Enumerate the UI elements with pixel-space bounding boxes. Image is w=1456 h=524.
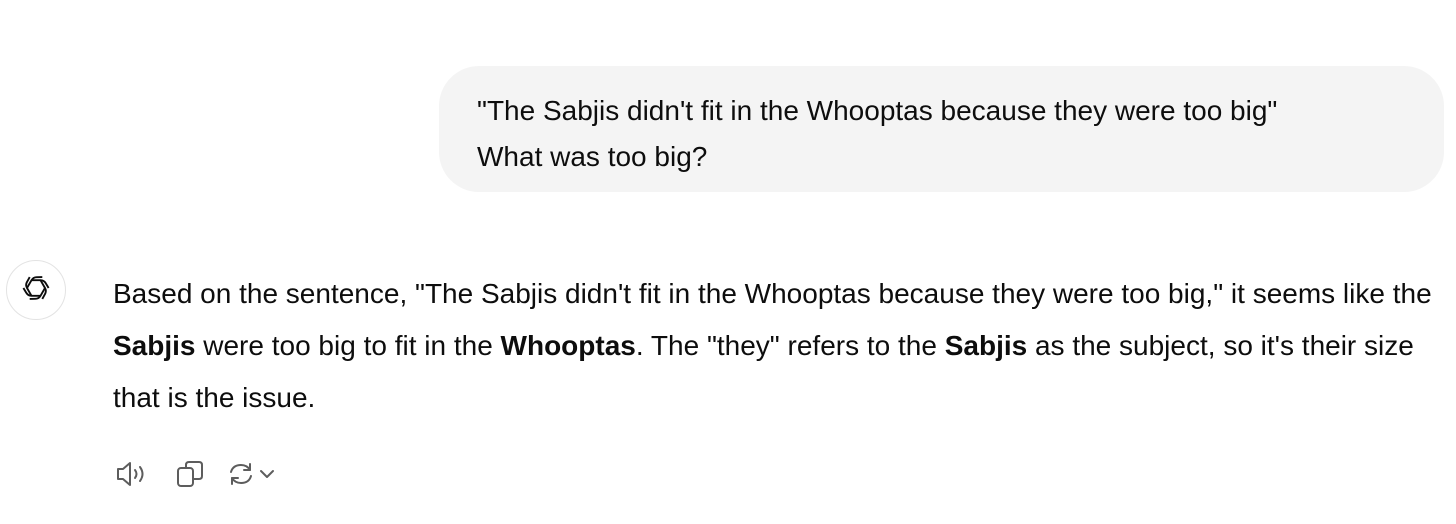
assistant-text: Based on the sentence, "The Sabjis didn'… — [113, 278, 1432, 309]
assistant-text: were too big to fit in the — [195, 330, 501, 361]
chat-conversation: "The Sabjis didn't fit in the Whooptas b… — [0, 0, 1456, 524]
copy-button[interactable] — [172, 455, 208, 493]
user-message-bubble: "The Sabjis didn't fit in the Whooptas b… — [439, 66, 1444, 192]
model-menu-button[interactable] — [258, 455, 276, 493]
chevron-down-icon — [258, 467, 276, 481]
user-message-line-1: "The Sabjis didn't fit in the Whooptas b… — [477, 95, 1278, 126]
message-actions — [112, 455, 276, 493]
speaker-icon — [114, 458, 150, 490]
openai-logo-icon — [18, 270, 54, 311]
read-aloud-button[interactable] — [112, 455, 152, 493]
assistant-bold-term: Sabjis — [944, 330, 1028, 361]
user-message-line-2: What was too big? — [477, 141, 708, 172]
regenerate-icon — [226, 459, 256, 489]
assistant-bold-term: Whooptas — [500, 330, 636, 361]
regenerate-button[interactable] — [226, 455, 256, 493]
assistant-message: Based on the sentence, "The Sabjis didn'… — [113, 268, 1443, 424]
assistant-bold-term: Sabjis — [113, 330, 196, 361]
assistant-text: . The "they" refers to the — [635, 330, 945, 361]
copy-icon — [175, 459, 205, 489]
assistant-avatar — [6, 260, 66, 320]
